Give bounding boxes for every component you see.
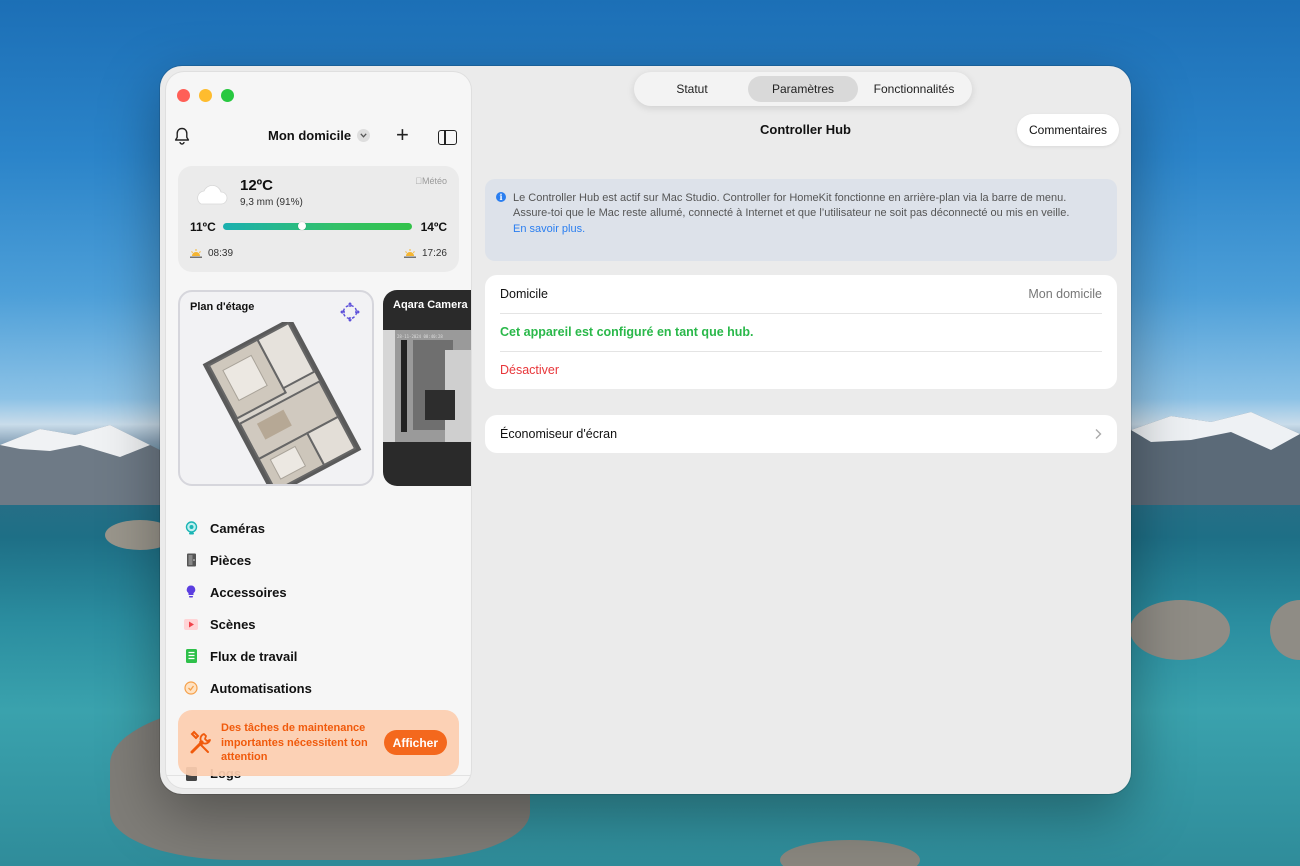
sidebar-item-rooms[interactable]: Pièces: [184, 544, 454, 576]
sidebar-item-label: Scènes: [210, 616, 256, 632]
home-name: Mon domicile: [268, 128, 352, 143]
list-icon: [184, 649, 198, 663]
camera-feed-image: 28-11-2024 08:40:28: [383, 330, 471, 442]
sidebar-item-automations[interactable]: Automatisations: [184, 672, 454, 704]
tab-status[interactable]: Statut: [642, 76, 742, 102]
weather-widget[interactable]: 12ºC 9,3 mm (91%) Météo 11ºC 14ºC 08:39…: [178, 166, 459, 272]
temperature-range-bar: [223, 222, 412, 230]
mountain-range-left: [0, 425, 170, 505]
hub-status-text: Cet appareil est configuré en tant que h…: [500, 325, 754, 339]
camera-tile[interactable]: Aqara Camera 28-11-2024 08:40:28: [383, 290, 471, 486]
deactivate-row[interactable]: Désactiver: [485, 351, 1117, 389]
show-maintenance-button[interactable]: Afficher: [383, 730, 447, 755]
sidebar-item-workflows[interactable]: Flux de travail: [184, 640, 454, 672]
maintenance-banner: Des tâches de maintenance importantes né…: [178, 710, 459, 776]
sunset-icon: [403, 249, 416, 258]
app-window: Mon domicile + 12ºC 9,3 mm (91%) Météo …: [160, 66, 1131, 794]
close-window-button[interactable]: [177, 89, 190, 102]
sidebar-toggle-icon[interactable]: [438, 130, 457, 145]
current-temperature-dot: [298, 222, 307, 230]
tab-features[interactable]: Fonctionnalités: [860, 76, 968, 102]
add-icon[interactable]: +: [396, 124, 409, 146]
door-icon: [184, 553, 198, 567]
hub-status-row: Cet appareil est configuré en tant que h…: [485, 313, 1117, 351]
weather-source: Météo: [415, 176, 447, 186]
bell-icon[interactable]: [174, 127, 190, 145]
sidebar-item-label: Flux de travail: [210, 648, 298, 664]
deactivate-button[interactable]: Désactiver: [500, 363, 559, 377]
floorplan-image: [202, 322, 362, 484]
floorplan-tile[interactable]: Plan d'étage: [178, 290, 374, 486]
hub-settings-group: Domicile Mon domicile Cet appareil est c…: [485, 275, 1117, 389]
focus-view-icon[interactable]: [340, 302, 360, 322]
mountain-range-right: [1131, 412, 1300, 505]
chevron-right-icon: [1095, 429, 1102, 439]
apple-icon: : [415, 176, 422, 186]
feedback-button[interactable]: Commentaires: [1017, 114, 1120, 146]
view-segmented-control: Statut Paramètres Fonctionnalités: [634, 72, 972, 106]
sidebar-item-scenes[interactable]: Scènes: [184, 608, 454, 640]
sidebar-item-label: Pièces: [210, 552, 252, 568]
sidebar-item-label: Automatisations: [210, 680, 312, 696]
play-icon: [184, 617, 198, 631]
info-notice: i Le Controller Hub est actif sur Mac St…: [485, 179, 1117, 261]
rock: [1270, 600, 1300, 660]
info-text: Le Controller Hub est actif sur Mac Stud…: [513, 192, 1070, 219]
screensaver-group: Économiseur d'écran: [485, 415, 1117, 453]
sunset: 17:26: [403, 248, 447, 259]
sunrise: 08:39: [190, 248, 233, 259]
sunrise-icon: [190, 249, 202, 258]
max-temperature: 14ºC: [420, 220, 447, 234]
sidebar-item-label: Accessoires: [210, 584, 287, 600]
min-temperature: 11ºC: [190, 220, 216, 234]
zoom-window-button[interactable]: [221, 89, 234, 102]
sidebar-header: Mon domicile +: [166, 122, 471, 150]
home-value: Mon domicile: [1028, 287, 1102, 301]
clock-icon: [184, 681, 198, 695]
camera-icon: [184, 521, 198, 535]
rock: [1130, 600, 1230, 660]
tab-settings[interactable]: Paramètres: [748, 76, 858, 102]
sidebar-item-accessories[interactable]: Accessoires: [184, 576, 454, 608]
home-row[interactable]: Domicile Mon domicile: [485, 275, 1117, 313]
sidebar-item-cameras[interactable]: Caméras: [184, 512, 454, 544]
camera-timestamp: 28-11-2024 08:40:28: [397, 334, 443, 339]
home-selector[interactable]: Mon domicile: [268, 128, 371, 143]
sidebar: Mon domicile + 12ºC 9,3 mm (91%) Météo …: [166, 72, 471, 788]
home-label: Domicile: [500, 287, 548, 301]
lightbulb-icon: [184, 585, 198, 599]
maintenance-message: Des tâches de maintenance importantes né…: [221, 722, 368, 763]
sidebar-nav: Caméras Pièces Accessoires Scènes Flux d…: [184, 512, 454, 704]
screensaver-row[interactable]: Économiseur d'écran: [485, 415, 1117, 453]
cloud-icon: [197, 185, 228, 205]
sidebar-item-label: Caméras: [210, 520, 265, 536]
camera-title: Aqara Camera: [393, 299, 468, 311]
rock: [780, 840, 920, 866]
minimize-window-button[interactable]: [199, 89, 212, 102]
learn-more-link[interactable]: En savoir plus.: [513, 222, 1101, 237]
screensaver-label: Économiseur d'écran: [500, 427, 618, 441]
chevron-down-icon: [357, 129, 371, 142]
floorplan-title: Plan d'étage: [190, 301, 255, 313]
current-temperature: 12ºC: [240, 177, 273, 194]
info-icon: i: [496, 192, 506, 202]
page-title: Controller Hub: [760, 122, 851, 137]
precipitation: 9,3 mm (91%): [240, 197, 303, 208]
tools-icon: [190, 730, 211, 754]
